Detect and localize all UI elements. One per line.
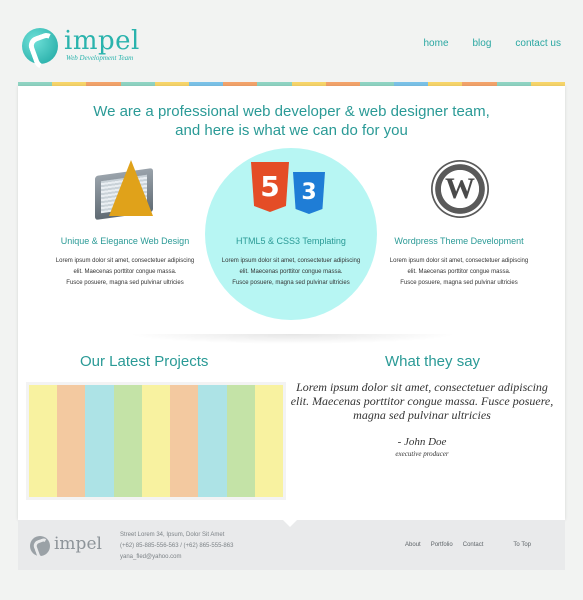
feature-web-design: Unique & Elegance Web Design Lorem ipsum… (40, 158, 210, 289)
project-stripe (113, 385, 142, 497)
feature-text: Lorem ipsum dolor sit amet, consectetuer… (221, 258, 361, 286)
project-stripe (57, 385, 86, 497)
testimonial: Lorem ipsum dolor sit amet, consectetuer… (290, 380, 554, 458)
project-thumbnail[interactable] (26, 382, 286, 500)
project-stripe (141, 385, 171, 497)
feature-wordpress: W Wordpress Theme Development Lorem ipsu… (374, 158, 544, 289)
feature-title: Unique & Elegance Web Design (60, 236, 190, 246)
footer-nav: About Portfolio Contact To Top (405, 542, 531, 548)
footer-link-portfolio[interactable]: Portfolio (431, 542, 453, 548)
intro-line-2: and here is what we can do for you (175, 122, 408, 139)
nav-contact-us[interactable]: contact us (515, 38, 561, 49)
testimonial-author: - John Doe (397, 436, 447, 448)
project-stripe (29, 385, 58, 497)
projects-title: Our Latest Projects (80, 353, 209, 370)
feature-text: Lorem ipsum dolor sit amet, consectetuer… (389, 258, 529, 286)
footer-address: Street Lorem 34, Ipsum, Dolor Sit Amet (120, 532, 225, 538)
main-nav: home blog contact us (423, 38, 561, 49)
footer-logo-name: impel (54, 534, 102, 554)
wordpress-icon: W (427, 158, 491, 222)
project-stripe (170, 385, 199, 497)
html5-css3-icon: 5 3 (251, 158, 331, 222)
feature-html5-css3: 5 3 HTML5 & CSS3 Templating Lorem ipsum … (206, 158, 376, 289)
project-stripe (198, 385, 227, 497)
design-tools-icon (93, 158, 157, 222)
site-logo[interactable]: impel Web Development Team (22, 26, 162, 66)
testimonial-role: executive producer (395, 450, 449, 458)
nav-home[interactable]: home (423, 38, 448, 49)
logo-tagline: Web Development Team (66, 54, 134, 62)
footer-logo[interactable]: impel (30, 534, 110, 558)
footer-notch (283, 520, 297, 527)
logo-mark-icon (22, 28, 58, 64)
section-divider (128, 334, 458, 344)
project-stripe (254, 385, 283, 497)
project-stripe (226, 385, 255, 497)
site-header: impel Web Development Team home blog con… (0, 0, 583, 84)
to-top-link[interactable]: To Top (513, 542, 531, 548)
project-stripe (85, 385, 114, 497)
footer-logo-mark-icon (30, 536, 50, 556)
site-footer: impel Street Lorem 34, Ipsum, Dolor Sit … (18, 520, 565, 570)
feature-text: Lorem ipsum dolor sit amet, consectetuer… (55, 258, 195, 286)
footer-link-contact[interactable]: Contact (463, 542, 484, 548)
footer-link-about[interactable]: About (405, 542, 421, 548)
feature-title: Wordpress Theme Development (394, 236, 524, 246)
intro-line-1: We are a professional web developer & we… (93, 103, 490, 120)
html5-badge: 5 (251, 162, 289, 212)
css3-badge: 3 (293, 172, 325, 214)
main-panel: We are a professional web developer & we… (18, 86, 565, 520)
footer-email: yana_fled@yahoo.com (120, 554, 182, 560)
footer-contact-info: Street Lorem 34, Ipsum, Dolor Sit Amet (… (120, 530, 233, 563)
nav-blog[interactable]: blog (473, 38, 492, 49)
intro-heading: We are a professional web developer & we… (18, 102, 565, 140)
footer-phones: (+62) 85-885-556-563 / (+62) 865-555-863 (120, 543, 234, 549)
testimonial-quote: Lorem ipsum dolor sit amet, consectetuer… (290, 380, 554, 422)
testimonial-title: What they say (385, 353, 481, 370)
feature-title: HTML5 & CSS3 Templating (236, 236, 346, 246)
logo-name: impel (64, 26, 140, 56)
